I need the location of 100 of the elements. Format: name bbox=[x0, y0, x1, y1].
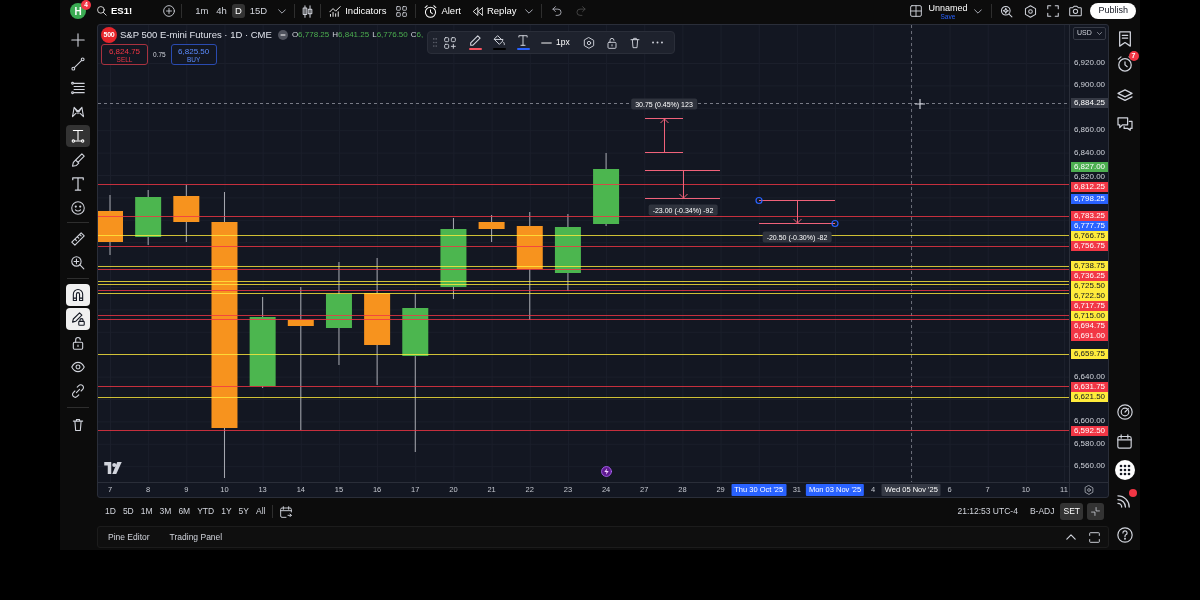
four-squares-icon[interactable] bbox=[396, 5, 408, 17]
range-button[interactable]: 6M bbox=[175, 503, 194, 520]
text-icon[interactable] bbox=[517, 35, 529, 46]
range-button[interactable]: 1Y bbox=[218, 503, 235, 520]
undo-icon[interactable] bbox=[551, 6, 562, 16]
chevron-down-icon[interactable] bbox=[278, 8, 287, 14]
collapse-icon bbox=[1091, 507, 1100, 516]
pencil-icon[interactable] bbox=[469, 35, 481, 46]
magnet-toggle[interactable] bbox=[66, 284, 90, 306]
publish-button[interactable]: Publish bbox=[1090, 3, 1136, 19]
price-level-label: 6,592.50 bbox=[1071, 426, 1108, 437]
help-icon[interactable] bbox=[1116, 527, 1133, 543]
paint-bucket-icon[interactable] bbox=[493, 35, 505, 46]
trash-icon[interactable] bbox=[629, 36, 640, 49]
clock-text: 21:12:53 UTC-4 bbox=[957, 505, 1018, 518]
fullscreen-icon[interactable] bbox=[1047, 5, 1060, 17]
layout-grid-icon[interactable] bbox=[910, 5, 923, 17]
range-button[interactable]: All bbox=[253, 503, 269, 520]
broadcast-icon[interactable] bbox=[1117, 493, 1132, 508]
candlesticks-icon[interactable] bbox=[302, 4, 314, 18]
collapse-button[interactable] bbox=[1087, 503, 1104, 520]
drag-handle-icon[interactable] bbox=[433, 38, 437, 47]
range-button[interactable]: 3M bbox=[156, 503, 175, 520]
plus-circle-icon[interactable] bbox=[163, 5, 176, 17]
lightning-icon[interactable] bbox=[601, 466, 612, 477]
crosshair-cursor-icon bbox=[915, 99, 925, 109]
pencil-lock-toggle[interactable] bbox=[66, 308, 90, 330]
link-icon bbox=[71, 384, 85, 398]
chevron-down-icon[interactable] bbox=[524, 8, 533, 14]
pencil-lock-icon bbox=[71, 312, 85, 326]
chevron-down-icon bbox=[1097, 32, 1102, 35]
layout-name[interactable]: Unnamed bbox=[928, 2, 968, 13]
price-level-label: 6,812.25 bbox=[1071, 182, 1108, 193]
maximize-icon[interactable] bbox=[1089, 531, 1100, 543]
magic-search-icon[interactable] bbox=[1000, 4, 1014, 18]
range-button[interactable]: 1D bbox=[102, 503, 119, 520]
chevron-down-icon[interactable] bbox=[974, 8, 983, 14]
ohlc-label: C bbox=[410, 29, 417, 41]
symbol-search[interactable]: ES1! bbox=[97, 3, 133, 19]
bookmark-list-icon[interactable] bbox=[1117, 31, 1132, 47]
unlock-icon[interactable] bbox=[606, 36, 617, 49]
alarm-clock-icon[interactable] bbox=[1116, 56, 1133, 72]
ohlc-value: 6, bbox=[416, 29, 424, 41]
crosshair-icon bbox=[71, 33, 85, 47]
price-tick-label: 6,560.00 bbox=[1072, 461, 1107, 472]
trend-line-icon bbox=[71, 57, 85, 71]
interval-button[interactable]: 4h bbox=[213, 4, 230, 18]
camera-icon[interactable] bbox=[1069, 5, 1083, 17]
minus-icon[interactable] bbox=[277, 30, 288, 40]
rewind-icon bbox=[471, 6, 483, 16]
price-tick-label: 6,920.00 bbox=[1072, 58, 1107, 68]
price-tick-label: 6,820.00 bbox=[1072, 172, 1107, 183]
indicators-button[interactable]: Indicators bbox=[329, 3, 387, 19]
target-icon[interactable] bbox=[1116, 404, 1133, 420]
layers-icon[interactable] bbox=[1116, 89, 1133, 103]
range-button[interactable]: YTD bbox=[194, 503, 218, 520]
line-width-button[interactable]: 1px bbox=[541, 36, 570, 49]
price-level-label: 6,659.75 bbox=[1071, 349, 1108, 360]
price-level-label: 6,766.75 bbox=[1071, 231, 1108, 242]
price-tick-label: 6,640.00 bbox=[1072, 371, 1107, 382]
interval-button[interactable]: 15D bbox=[246, 4, 271, 18]
session-toggle[interactable]: B-ADJ bbox=[1026, 503, 1058, 520]
price-tick-label: 6,600.00 bbox=[1072, 416, 1107, 427]
crosshair-price-label: 6,884.25 bbox=[1071, 98, 1108, 109]
candle bbox=[98, 194, 123, 256]
replay-button[interactable]: Replay bbox=[471, 3, 517, 19]
range-button[interactable]: 1M bbox=[137, 503, 156, 520]
alert-button[interactable]: Alert bbox=[424, 3, 461, 19]
price-level-label: 6,756.75 bbox=[1071, 241, 1108, 252]
interval-button[interactable]: D bbox=[231, 4, 245, 18]
price-level-label: 6,631.75 bbox=[1071, 381, 1108, 392]
panel-tab[interactable]: Trading Panel bbox=[169, 530, 223, 544]
price-level-label: 6,725.50 bbox=[1071, 281, 1108, 291]
alarm-clock-icon bbox=[424, 4, 438, 18]
interval-button[interactable]: 1m bbox=[192, 4, 212, 18]
settings-icon[interactable] bbox=[582, 36, 595, 49]
add-shapes-icon[interactable] bbox=[444, 36, 456, 49]
chevron-up-icon[interactable] bbox=[1066, 534, 1076, 540]
panel-tab[interactable]: Pine Editor bbox=[108, 530, 150, 544]
chat-icon[interactable] bbox=[1116, 117, 1133, 131]
calendar-arrow-icon[interactable] bbox=[280, 505, 293, 518]
price-tick-label: 6,900.00 bbox=[1072, 80, 1107, 91]
brush-icon bbox=[71, 153, 85, 167]
range-button[interactable]: 5D bbox=[119, 503, 137, 520]
settings-icon[interactable] bbox=[1084, 485, 1094, 495]
trash-icon[interactable] bbox=[71, 418, 85, 432]
price-level-label: 6,694.75 bbox=[1071, 321, 1108, 331]
settings-icon[interactable] bbox=[1024, 4, 1038, 18]
range-button[interactable]: 5Y bbox=[235, 503, 252, 520]
session-toggle[interactable]: SET bbox=[1060, 503, 1083, 520]
logo-icon bbox=[104, 462, 122, 474]
apps-grid-icon[interactable] bbox=[1114, 460, 1135, 480]
smiley-icon bbox=[71, 201, 85, 215]
price-level-label: 6,715.00 bbox=[1071, 311, 1108, 321]
calendar-icon[interactable] bbox=[1117, 434, 1132, 449]
more-icon[interactable] bbox=[651, 41, 663, 44]
price-tick-label: 6,860.00 bbox=[1072, 125, 1107, 136]
chart-line-icon bbox=[329, 5, 342, 17]
zoom-in-icon bbox=[71, 256, 85, 270]
i-beam-tool-button[interactable] bbox=[66, 125, 90, 147]
